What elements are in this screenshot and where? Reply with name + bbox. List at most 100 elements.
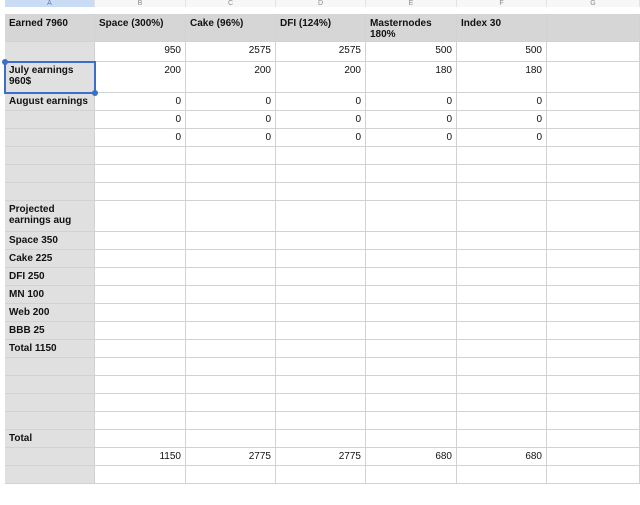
cell-c22[interactable] — [186, 430, 276, 448]
cell-f14[interactable] — [457, 286, 547, 304]
cell-g4[interactable] — [547, 93, 640, 111]
cell-g9[interactable] — [547, 183, 640, 201]
cell-e16[interactable] — [366, 322, 457, 340]
cell-b24[interactable] — [95, 466, 186, 484]
cell-c21[interactable] — [186, 412, 276, 430]
cell-g18[interactable] — [547, 358, 640, 376]
cell-a7[interactable] — [5, 147, 95, 165]
cell-g17[interactable] — [547, 340, 640, 358]
cell-d12[interactable] — [276, 250, 366, 268]
cell-d3[interactable]: 200 — [276, 62, 366, 93]
cell-b4[interactable]: 0 — [95, 93, 186, 111]
cell-b18[interactable] — [95, 358, 186, 376]
cell-f21[interactable] — [457, 412, 547, 430]
cell-d5[interactable]: 0 — [276, 111, 366, 129]
cell-b13[interactable] — [95, 268, 186, 286]
cell-f23[interactable]: 680 — [457, 448, 547, 466]
cell-f16[interactable] — [457, 322, 547, 340]
cell-b20[interactable] — [95, 394, 186, 412]
cell-c17[interactable] — [186, 340, 276, 358]
cell-a22[interactable]: Total — [5, 430, 95, 448]
cell-e17[interactable] — [366, 340, 457, 358]
cell-f13[interactable] — [457, 268, 547, 286]
cell-b14[interactable] — [95, 286, 186, 304]
cell-c9[interactable] — [186, 183, 276, 201]
cell-a10[interactable]: Projected earnings aug — [5, 201, 95, 232]
cell-a8[interactable] — [5, 165, 95, 183]
cell-b22[interactable] — [95, 430, 186, 448]
cell-c13[interactable] — [186, 268, 276, 286]
cell-a18[interactable] — [5, 358, 95, 376]
cell-a21[interactable] — [5, 412, 95, 430]
cell-d6[interactable]: 0 — [276, 129, 366, 147]
cell-b10[interactable] — [95, 201, 186, 232]
cell-e14[interactable] — [366, 286, 457, 304]
cell-a17[interactable]: Total 1150 — [5, 340, 95, 358]
cell-c2[interactable]: 2575 — [186, 42, 276, 62]
cell-e7[interactable] — [366, 147, 457, 165]
cell-b6[interactable]: 0 — [95, 129, 186, 147]
cell-c1[interactable]: Cake (96%) — [186, 14, 276, 42]
cell-d7[interactable] — [276, 147, 366, 165]
cell-d19[interactable] — [276, 376, 366, 394]
cell-d4[interactable]: 0 — [276, 93, 366, 111]
cell-a23[interactable] — [5, 448, 95, 466]
cell-e19[interactable] — [366, 376, 457, 394]
cell-a3[interactable]: July earnings 960$ — [5, 62, 95, 93]
cell-g23[interactable] — [547, 448, 640, 466]
cell-a13[interactable]: DFI 250 — [5, 268, 95, 286]
cell-e1[interactable]: Masternodes 180% — [366, 14, 457, 42]
cell-f7[interactable] — [457, 147, 547, 165]
cell-d16[interactable] — [276, 322, 366, 340]
cell-c20[interactable] — [186, 394, 276, 412]
cell-f15[interactable] — [457, 304, 547, 322]
cell-f3[interactable]: 180 — [457, 62, 547, 93]
cell-e4[interactable]: 0 — [366, 93, 457, 111]
cell-a5[interactable] — [5, 111, 95, 129]
cell-a6[interactable] — [5, 129, 95, 147]
cell-e12[interactable] — [366, 250, 457, 268]
column-header-d[interactable]: D — [276, 0, 366, 7]
cell-f19[interactable] — [457, 376, 547, 394]
cell-f6[interactable]: 0 — [457, 129, 547, 147]
cell-f12[interactable] — [457, 250, 547, 268]
cell-e10[interactable] — [366, 201, 457, 232]
cell-b3[interactable]: 200 — [95, 62, 186, 93]
cell-b11[interactable] — [95, 232, 186, 250]
cell-d18[interactable] — [276, 358, 366, 376]
cell-g8[interactable] — [547, 165, 640, 183]
cell-d9[interactable] — [276, 183, 366, 201]
cell-d1[interactable]: DFI (124%) — [276, 14, 366, 42]
cell-a1[interactable]: Earned 7960 — [5, 14, 95, 42]
cell-e11[interactable] — [366, 232, 457, 250]
cell-c8[interactable] — [186, 165, 276, 183]
cell-g10[interactable] — [547, 201, 640, 232]
cell-c4[interactable]: 0 — [186, 93, 276, 111]
cell-c3[interactable]: 200 — [186, 62, 276, 93]
cell-e18[interactable] — [366, 358, 457, 376]
cell-c11[interactable] — [186, 232, 276, 250]
cell-f4[interactable]: 0 — [457, 93, 547, 111]
cell-f22[interactable] — [457, 430, 547, 448]
cell-a16[interactable]: BBB 25 — [5, 322, 95, 340]
cell-g21[interactable] — [547, 412, 640, 430]
cell-a2[interactable] — [5, 42, 95, 62]
cell-e15[interactable] — [366, 304, 457, 322]
cell-c15[interactable] — [186, 304, 276, 322]
cell-g14[interactable] — [547, 286, 640, 304]
cell-a12[interactable]: Cake 225 — [5, 250, 95, 268]
cell-c24[interactable] — [186, 466, 276, 484]
cell-e2[interactable]: 500 — [366, 42, 457, 62]
cell-b2[interactable]: 950 — [95, 42, 186, 62]
cell-f20[interactable] — [457, 394, 547, 412]
cell-a20[interactable] — [5, 394, 95, 412]
cell-d11[interactable] — [276, 232, 366, 250]
cell-d21[interactable] — [276, 412, 366, 430]
cell-f9[interactable] — [457, 183, 547, 201]
cell-f24[interactable] — [457, 466, 547, 484]
cell-b21[interactable] — [95, 412, 186, 430]
cell-f2[interactable]: 500 — [457, 42, 547, 62]
cell-f17[interactable] — [457, 340, 547, 358]
cell-d8[interactable] — [276, 165, 366, 183]
cell-a4[interactable]: August earnings — [5, 93, 95, 111]
